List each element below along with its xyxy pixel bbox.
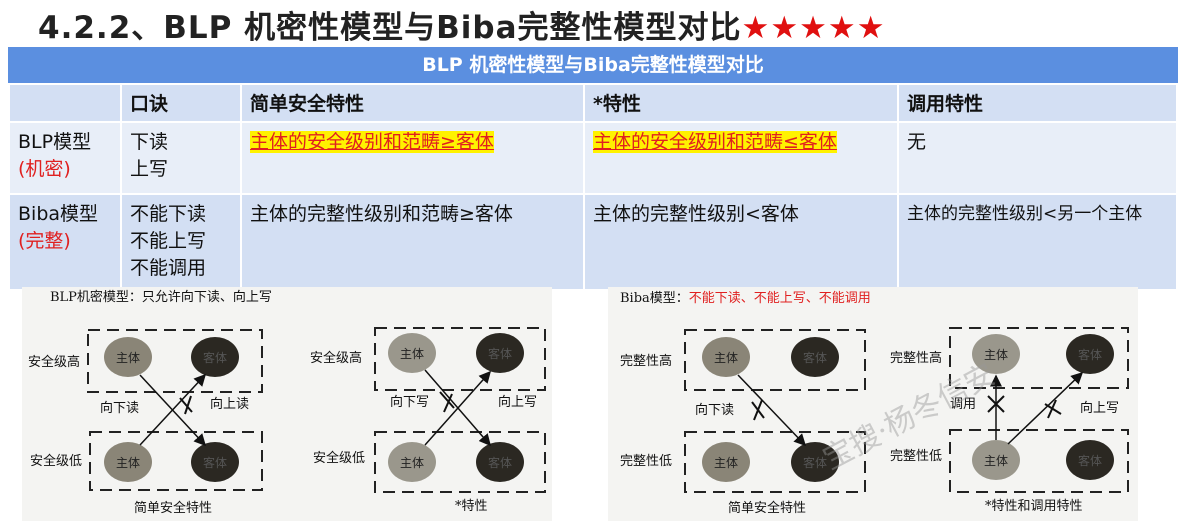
- table-row: Biba模型 (完整) 不能下读不能上写不能调用 主体的完整性级别和范畴≥客体 主…: [8, 193, 1178, 291]
- highlighted-text: 主体的安全级别和范畴≥客体: [250, 131, 494, 153]
- table-header-row: 口诀 简单安全特性 *特性 调用特性: [8, 83, 1178, 123]
- invoke-cell: 无: [897, 121, 1178, 195]
- header-cell: [8, 83, 122, 123]
- comparison-table: 口诀 简单安全特性 *特性 调用特性 BLP模型 (机密) 下读上写 主体的安全级…: [8, 83, 1178, 291]
- level-label: 完整性低: [620, 454, 672, 469]
- level-label: 安全级高: [28, 354, 80, 370]
- arrow-label: 向上写: [1080, 400, 1119, 416]
- mnemonic-line: 上写: [130, 158, 169, 180]
- arrow-label: 向下读: [100, 400, 139, 416]
- level-label: 完整性高: [890, 350, 942, 366]
- node-label: 客体: [203, 350, 227, 365]
- arrow-label: 向上写: [498, 394, 537, 410]
- header-cell: 口诀: [120, 83, 242, 123]
- node-label: 主体: [400, 456, 424, 470]
- table-caption: BLP 机密性模型与Biba完整性模型对比: [8, 47, 1178, 83]
- mnemonic-line: 不能调用: [130, 257, 207, 279]
- header-cell: *特性: [583, 83, 899, 123]
- mnemonic-line: 不能下读: [130, 203, 207, 225]
- model-name: Biba模型: [18, 203, 99, 225]
- header-cell: 简单安全特性: [240, 83, 585, 123]
- node-label: 主体: [984, 454, 1008, 468]
- node-label: 主体: [116, 456, 140, 470]
- figure-caption: 简单安全特性: [134, 500, 212, 516]
- biba-figure-bg: [608, 287, 1138, 521]
- mnemonic-line: 下读: [130, 131, 169, 153]
- level-label: 安全级高: [310, 350, 362, 366]
- node-label: 客体: [1078, 453, 1102, 468]
- node-label: 主体: [116, 351, 140, 365]
- blp-figure-title: BLP机密模型：只允许向下读、向上写: [50, 289, 272, 305]
- simple-cell: 主体的安全级别和范畴≥客体: [240, 121, 585, 195]
- node-label: 主体: [714, 351, 738, 365]
- mnemonic-line: 不能上写: [130, 230, 207, 252]
- header-cell: 调用特性: [897, 83, 1178, 123]
- figure-caption: *特性和调用特性: [985, 499, 1083, 514]
- highlighted-text: 主体的安全级别和范畴≤客体: [593, 131, 837, 153]
- title-rule: 不能下读、不能上写、不能调用: [689, 291, 871, 306]
- node-label: 客体: [488, 346, 512, 361]
- page-title: 4.2.2、BLP 机密性模型与Biba完整性模型对比★★★★★: [38, 2, 886, 47]
- star-cell: 主体的完整性级别<客体: [583, 193, 899, 291]
- node-label: 主体: [714, 456, 738, 470]
- arrow-label: 向下写: [390, 394, 429, 410]
- figure-caption: *特性: [455, 499, 488, 514]
- model-name: BLP模型: [18, 131, 92, 153]
- star-cell: 主体的安全级别和范畴≤客体: [583, 121, 899, 195]
- title-text: 4.2.2、BLP 机密性模型与Biba完整性模型对比: [38, 10, 742, 46]
- arrow-label: 向下读: [695, 402, 734, 418]
- model-cell: BLP模型 (机密): [8, 121, 122, 195]
- figure-caption: 简单安全特性: [728, 500, 806, 516]
- model-tag: (机密): [18, 158, 71, 180]
- arrow-label: 向上读: [210, 396, 249, 412]
- mnemonic-cell: 不能下读不能上写不能调用: [120, 193, 242, 291]
- model-tag: (完整): [18, 230, 71, 252]
- level-label: 完整性高: [620, 353, 672, 369]
- node-label: 客体: [1078, 347, 1102, 362]
- model-diagrams: 主体 客体 主体 客体 主体 客体 主体 客体 主体 客体 主体 客体 主体 客体 主体 客体 …: [22, 287, 1138, 521]
- node-label: 客体: [203, 455, 227, 470]
- level-label: 完整性低: [890, 449, 942, 464]
- node-label: 客体: [803, 350, 827, 365]
- simple-cell: 主体的完整性级别和范畴≥客体: [240, 193, 585, 291]
- model-cell: Biba模型 (完整): [8, 193, 122, 291]
- node-label: 主体: [984, 348, 1008, 362]
- mnemonic-cell: 下读 上写: [120, 121, 242, 195]
- node-label: 主体: [400, 347, 424, 361]
- title-prefix: Biba模型：: [620, 291, 689, 306]
- star-rating: ★★★★★: [741, 10, 886, 46]
- node-label: 客体: [488, 455, 512, 470]
- level-label: 安全级低: [30, 453, 82, 469]
- biba-figure-title: Biba模型：不能下读、不能上写、不能调用: [620, 291, 871, 306]
- table-row: BLP模型 (机密) 下读上写 主体的安全级别和范畴≥客体 主体的安全级别和范畴≤…: [8, 121, 1178, 195]
- invoke-cell: 主体的完整性级别<另一个主体: [897, 193, 1178, 291]
- level-label: 安全级低: [313, 450, 365, 466]
